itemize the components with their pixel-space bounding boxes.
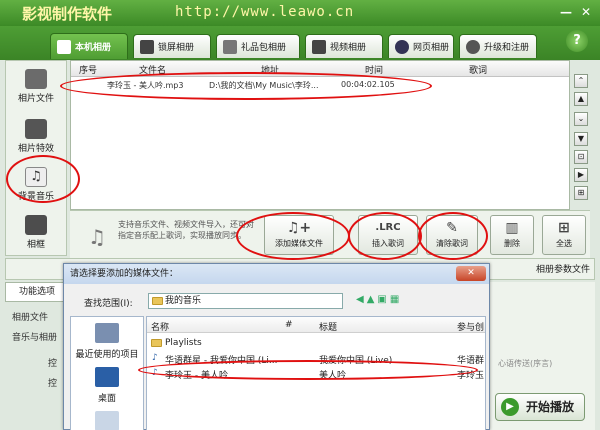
button-label: 删除 bbox=[504, 239, 520, 248]
move-down-button[interactable]: ⌄ bbox=[574, 112, 588, 126]
camera-icon bbox=[25, 69, 47, 89]
item-name: Playlists bbox=[165, 338, 202, 348]
move-up-button[interactable]: ▲ bbox=[574, 92, 588, 106]
annotation-circle-music-nav bbox=[6, 155, 80, 203]
settings-button-small[interactable]: ⊞ bbox=[574, 186, 588, 200]
tab-local-album[interactable]: 本机相册 bbox=[50, 33, 128, 59]
music-note-icon: ♫ bbox=[88, 225, 106, 249]
tab-label: 视频相册 bbox=[330, 43, 367, 53]
col-title[interactable]: 标题 bbox=[319, 320, 337, 333]
label-album-file: 相册文件 bbox=[12, 313, 49, 323]
title-bar: 影视制作软件 http://www.leawo.cn — ✕ bbox=[0, 0, 600, 26]
dialog-title-text: 请选择要添加的媒体文件： bbox=[70, 269, 179, 279]
nav-photo-frame[interactable]: 相框 bbox=[6, 211, 66, 259]
col-time[interactable]: 时间 bbox=[365, 63, 383, 76]
button-label: 全选 bbox=[556, 239, 572, 248]
minimize-button[interactable]: — bbox=[558, 4, 574, 20]
browser-icon bbox=[395, 39, 409, 54]
move-bottom-button[interactable]: ▼ bbox=[574, 132, 588, 146]
col-number[interactable]: # bbox=[285, 320, 293, 330]
desktop-icon bbox=[95, 367, 119, 387]
app-url[interactable]: http://www.leawo.cn bbox=[175, 4, 354, 20]
button-label: 开始播放 bbox=[526, 400, 575, 414]
tab-bar: 本机相册 锁屏相册 礼品包相册 视频相册 网页相册 升级和注册 bbox=[0, 26, 600, 60]
nav-label: 相片文件 bbox=[17, 94, 54, 104]
tab-label: 礼品包相册 bbox=[241, 43, 287, 53]
documents-icon bbox=[95, 411, 119, 430]
label-control-2: 控 bbox=[48, 379, 58, 389]
dialog-list-header: 名称 # 标题 参与创 bbox=[147, 317, 485, 333]
annotation-circle-add-media bbox=[236, 212, 350, 260]
select-all-button[interactable]: ⊞ 全选 bbox=[542, 215, 586, 255]
tab-label: 本机相册 bbox=[75, 43, 112, 53]
album-params-file-button[interactable]: 相册参数文件 bbox=[536, 262, 590, 275]
annotation-circle-dialog-file bbox=[138, 360, 478, 380]
label-music-album: 音乐与相册 bbox=[12, 333, 58, 343]
recent-items-icon bbox=[95, 323, 119, 343]
trash-icon: ▥ bbox=[505, 220, 519, 236]
grid-icon: ⊞ bbox=[558, 220, 570, 236]
col-name[interactable]: 名称 bbox=[151, 320, 169, 333]
look-in-value: 我的音乐 bbox=[165, 296, 202, 306]
audio-file-icon: ♪ bbox=[152, 353, 158, 363]
tab-web-album[interactable]: 网页相册 bbox=[388, 34, 454, 58]
sparkle-icon bbox=[25, 119, 47, 139]
preview-button[interactable]: ⊡ bbox=[574, 150, 588, 164]
col-artist[interactable]: 参与创 bbox=[457, 320, 484, 333]
user-icon bbox=[57, 39, 71, 54]
film-icon bbox=[312, 39, 326, 54]
globe-icon bbox=[466, 39, 480, 54]
folder-icon bbox=[152, 297, 163, 305]
tab-label: 锁屏相册 bbox=[158, 43, 195, 53]
annotation-circle-insert-lyrics bbox=[348, 212, 422, 260]
places-bar: 最近使用的项目 桌面 bbox=[70, 316, 144, 430]
col-lyrics[interactable]: 歌词 bbox=[469, 63, 487, 76]
col-index[interactable]: 序号 bbox=[79, 63, 97, 76]
gift-icon bbox=[223, 39, 237, 54]
annotation-circle-clear-lyrics bbox=[418, 212, 488, 260]
item-artist: 华语群 bbox=[457, 356, 485, 366]
close-button[interactable]: ✕ bbox=[578, 4, 594, 20]
monitor-icon bbox=[140, 39, 154, 54]
dialog-nav-tools[interactable]: ◀▲▣▦ bbox=[356, 294, 402, 305]
move-top-button[interactable]: ⌃ bbox=[574, 74, 588, 88]
open-media-dialog: 请选择要添加的媒体文件： ✕ 查找范围(I): 我的音乐 ◀▲▣▦ 最近使用的项… bbox=[63, 263, 490, 430]
tab-upgrade-register[interactable]: 升级和注册 bbox=[459, 34, 537, 58]
look-in-dropdown[interactable]: 我的音乐 bbox=[148, 293, 343, 309]
tab-video-album[interactable]: 视频相册 bbox=[305, 34, 383, 58]
tab-lockscreen-album[interactable]: 锁屏相册 bbox=[133, 34, 211, 58]
play-icon: ▶ bbox=[501, 398, 519, 416]
tab-label: 网页相册 bbox=[413, 43, 450, 53]
delete-button[interactable]: ▥ 删除 bbox=[490, 215, 534, 255]
list-item[interactable]: Playlists bbox=[147, 337, 485, 350]
start-play-button[interactable]: ▶ 开始播放 bbox=[495, 393, 585, 421]
place-desktop[interactable]: 桌面 bbox=[71, 391, 143, 404]
nav-label: 相框 bbox=[26, 240, 45, 250]
play-button-small[interactable]: ▶ bbox=[574, 168, 588, 182]
label-control-1: 控 bbox=[48, 359, 58, 369]
function-options-tab[interactable]: 功能选项 bbox=[5, 282, 69, 302]
nav-photo-files[interactable]: 相片文件 bbox=[6, 65, 66, 113]
help-button[interactable]: ? bbox=[566, 30, 588, 52]
look-in-label: 查找范围(I): bbox=[84, 299, 133, 309]
place-recent[interactable]: 最近使用的项目 bbox=[71, 347, 143, 360]
app-title: 影视制作软件 bbox=[22, 5, 113, 23]
preface-label[interactable]: 心语传送(序言) bbox=[498, 358, 552, 369]
tab-gift-album[interactable]: 礼品包相册 bbox=[216, 34, 300, 58]
dialog-title: 请选择要添加的媒体文件： ✕ bbox=[64, 264, 489, 284]
dialog-close-button[interactable]: ✕ bbox=[456, 266, 486, 281]
annotation-circle-list-row bbox=[60, 72, 432, 100]
nav-label: 相片特效 bbox=[17, 144, 54, 154]
folder-icon bbox=[151, 339, 162, 347]
picture-frame-icon bbox=[25, 215, 47, 235]
tab-label: 升级和注册 bbox=[484, 43, 530, 53]
